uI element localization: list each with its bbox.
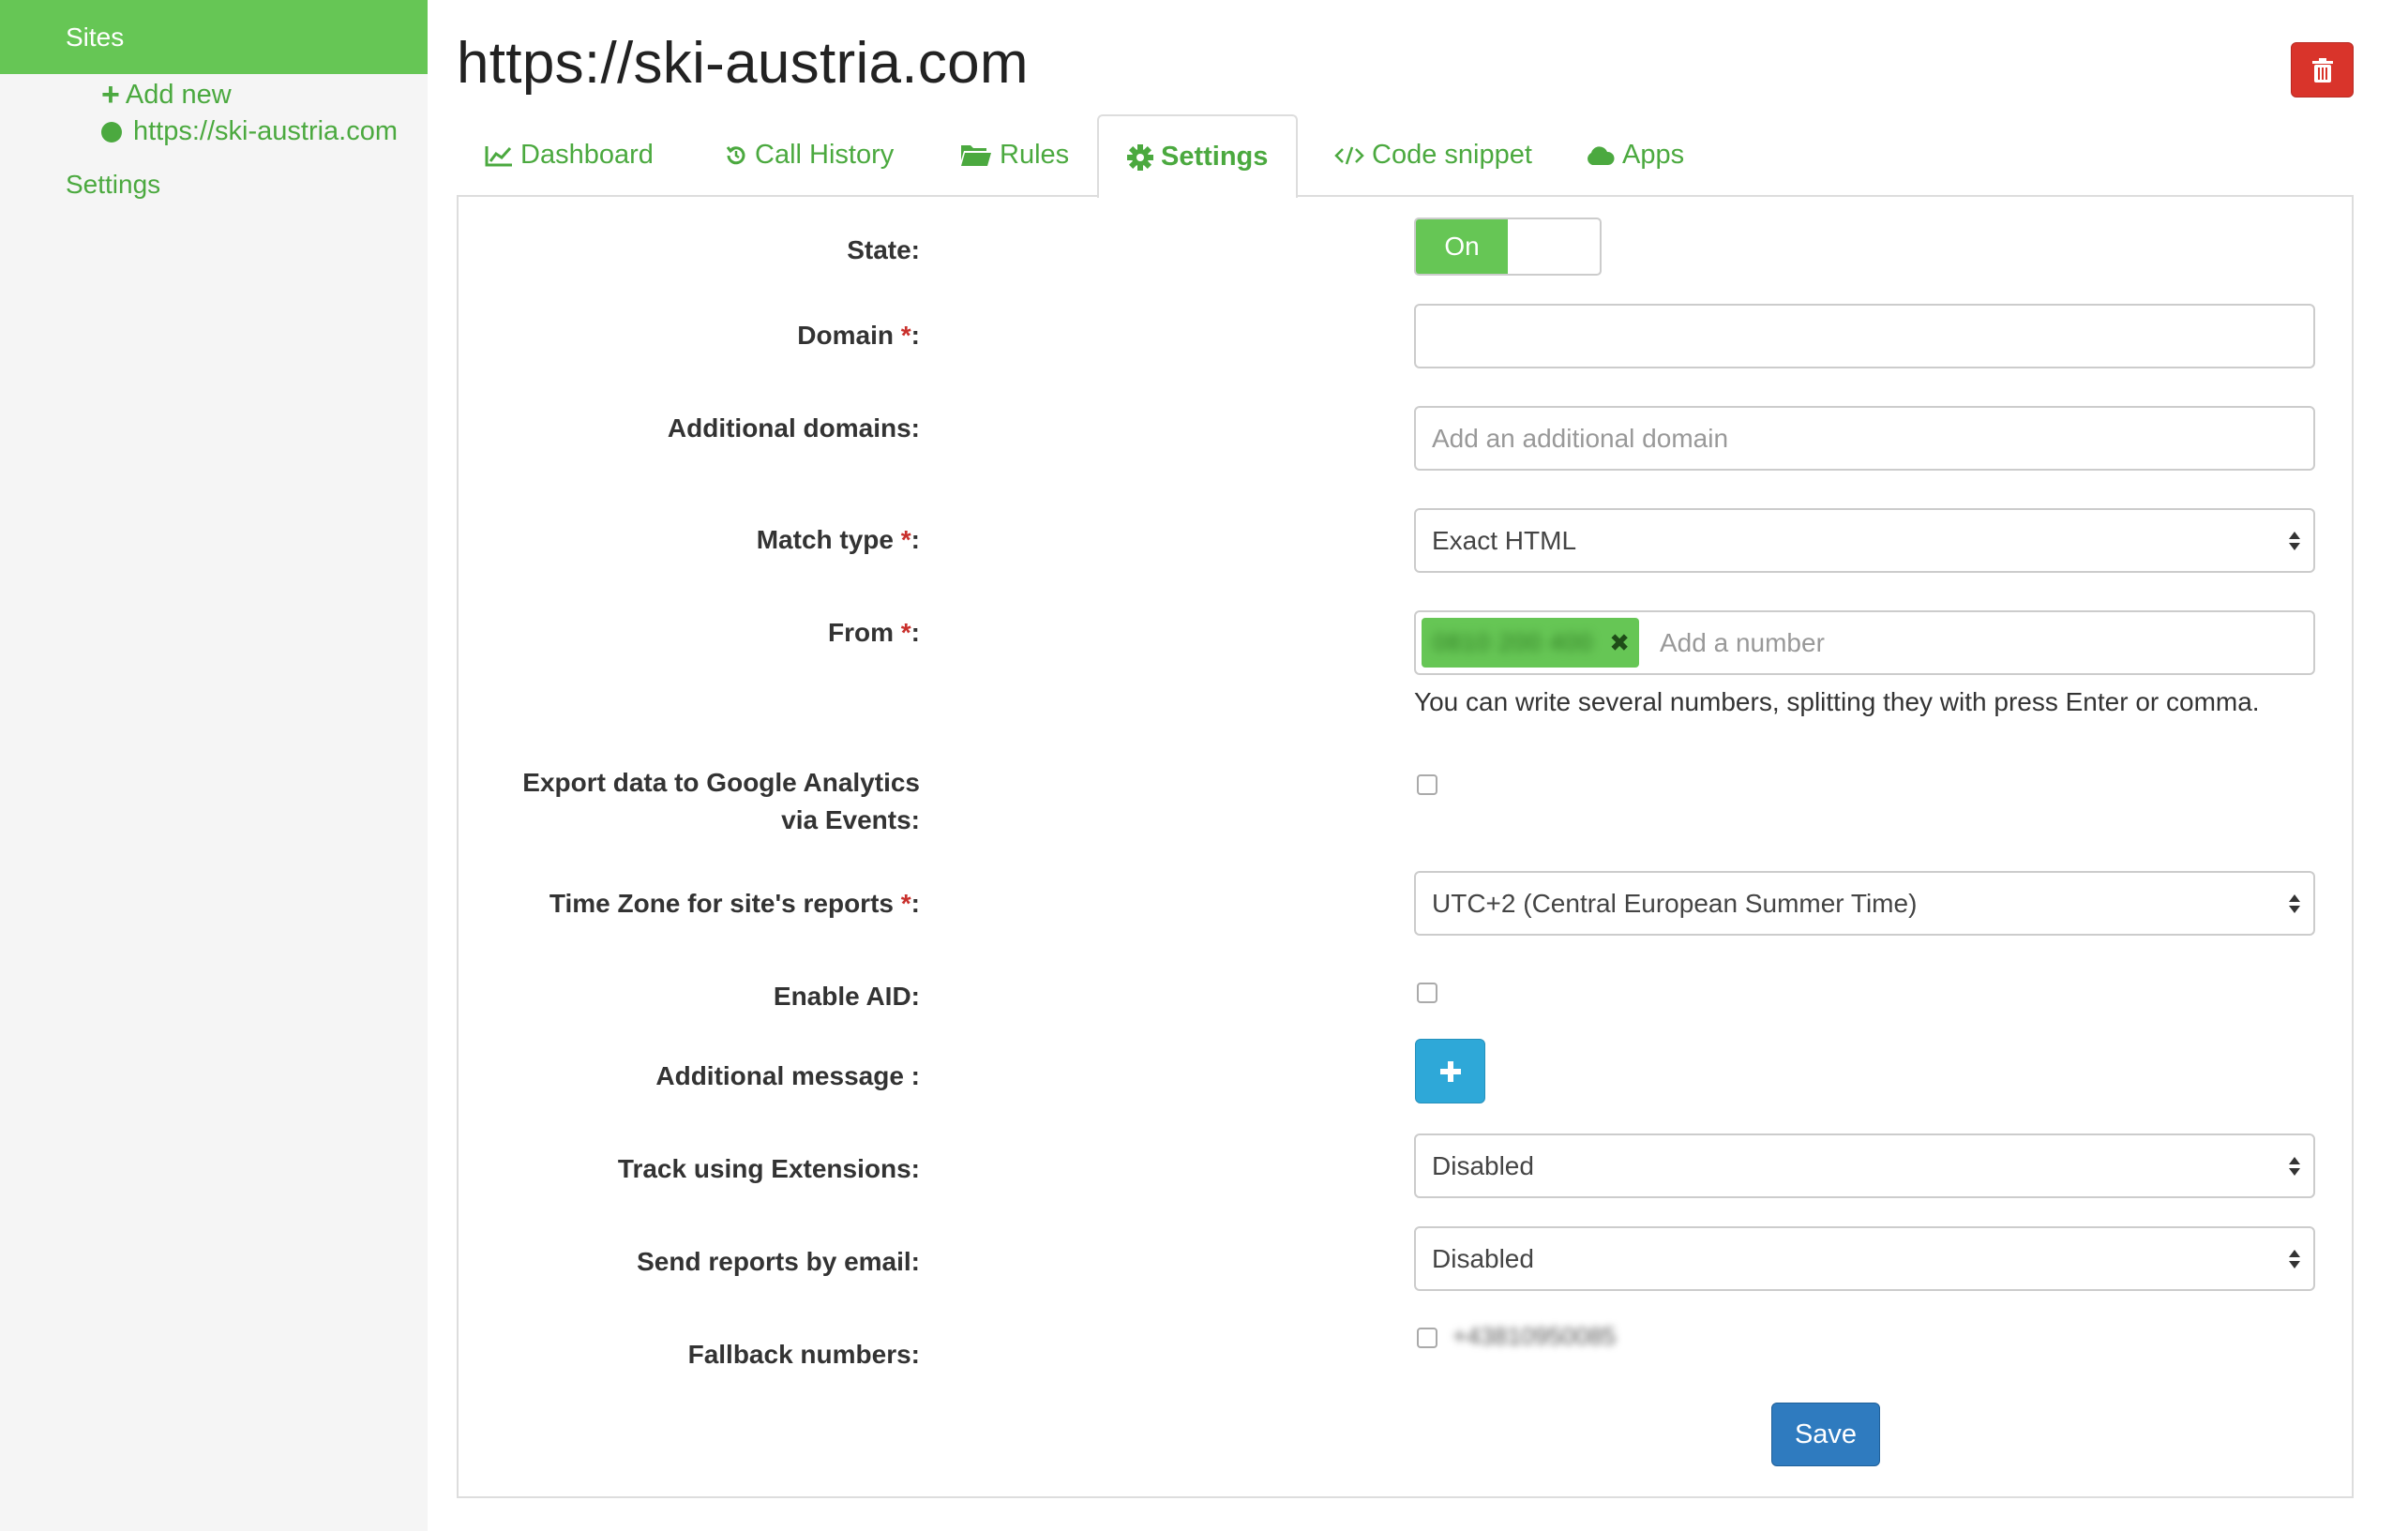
select-arrows-icon: [2289, 893, 2300, 913]
match-type-value: Exact HTML: [1432, 525, 1577, 555]
save-button[interactable]: Save: [1771, 1403, 1880, 1466]
enable-aid-checkbox[interactable]: [1417, 983, 1437, 1003]
line-chart-icon: [485, 145, 512, 166]
site-link[interactable]: https://ski-austria.com: [101, 116, 398, 147]
export-ga-label: Export data to Google Analytics via Even…: [522, 768, 920, 834]
select-arrows-icon: [2289, 1249, 2300, 1268]
additional-domains-placeholder: Add an additional domain: [1432, 423, 1729, 453]
add-new-site-link[interactable]: + Add new: [101, 79, 232, 111]
add-new-label: Add new: [125, 79, 232, 110]
match-type-label: Match type *:: [756, 525, 920, 554]
send-reports-select[interactable]: Disabled: [1414, 1226, 2315, 1291]
site-link-label: https://ski-austria.com: [133, 116, 399, 146]
sidebar: Sites + Add new https://ski-austria.com …: [0, 0, 428, 1531]
tab-bar: Dashboard Call History Rules Settings Co…: [457, 114, 2354, 198]
state-toggle-on: On: [1416, 219, 1508, 274]
from-help-text: You can write several numbers, splitting…: [1414, 687, 2260, 716]
trash-icon: [2311, 57, 2333, 83]
domain-label: Domain *:: [797, 321, 920, 350]
time-zone-value: UTC+2 (Central European Summer Time): [1432, 888, 1918, 918]
select-arrows-icon: [2289, 1156, 2300, 1176]
history-icon: [726, 145, 745, 164]
select-arrows-icon: [2289, 531, 2300, 550]
state-toggle[interactable]: On: [1414, 218, 1602, 276]
phone-number-tag-text: 0810 200 400: [1433, 628, 1594, 656]
code-icon: [1334, 146, 1364, 164]
settings-panel: State: On Domain *: Additional domains: …: [457, 195, 2354, 1498]
status-dot-icon: [101, 121, 122, 143]
app-root: Sites + Add new https://ski-austria.com …: [0, 0, 2408, 1531]
tab-call-history-label: Call History: [755, 140, 895, 170]
gear-icon: [1127, 143, 1153, 171]
remove-tag-icon[interactable]: ✖: [1609, 628, 1630, 657]
export-ga-checkbox[interactable]: [1417, 774, 1437, 795]
from-label: From *:: [827, 618, 920, 647]
fallback-number-text: +43810950085: [1452, 1322, 1617, 1350]
from-numbers-input[interactable]: 0810 200 400 ✖ Add a number: [1414, 610, 2315, 675]
plus-icon: +: [101, 77, 120, 113]
track-extensions-value: Disabled: [1432, 1150, 1534, 1180]
tab-rules[interactable]: Rules: [960, 114, 1069, 196]
plus-icon: [1439, 1060, 1461, 1082]
page-title: https://ski-austria.com: [457, 31, 1029, 96]
from-numbers-placeholder: Add a number: [1660, 627, 1825, 657]
add-message-button[interactable]: [1415, 1039, 1485, 1103]
tab-settings-label: Settings: [1161, 142, 1269, 172]
sidebar-settings-link[interactable]: Settings: [66, 170, 160, 200]
tab-code-snippet-label: Code snippet: [1372, 140, 1532, 170]
tab-apps-label: Apps: [1622, 140, 1685, 170]
tab-dashboard-label: Dashboard: [520, 140, 654, 170]
tab-call-history[interactable]: Call History: [725, 114, 894, 196]
enable-aid-label: Enable AID:: [773, 982, 920, 1011]
tab-dashboard[interactable]: Dashboard: [485, 114, 654, 196]
cloud-icon: [1588, 145, 1615, 165]
state-label: State:: [847, 235, 920, 264]
track-extensions-select[interactable]: Disabled: [1414, 1133, 2315, 1198]
sidebar-header-sites[interactable]: Sites: [0, 0, 428, 74]
delete-site-button[interactable]: [2291, 42, 2354, 98]
folder-open-icon: [961, 144, 991, 166]
additional-domains-input[interactable]: Add an additional domain: [1414, 406, 2315, 471]
tab-rules-label: Rules: [1000, 140, 1070, 170]
additional-message-label: Additional message :: [655, 1061, 920, 1090]
track-extensions-label: Track using Extensions:: [617, 1154, 920, 1183]
time-zone-select[interactable]: UTC+2 (Central European Summer Time): [1414, 871, 2315, 936]
domain-input[interactable]: [1414, 304, 2315, 368]
fallback-numbers-label: Fallback numbers:: [687, 1340, 920, 1369]
send-reports-label: Send reports by email:: [637, 1247, 920, 1276]
tab-code-snippet[interactable]: Code snippet: [1334, 114, 1532, 196]
phone-number-tag: 0810 200 400 ✖: [1422, 618, 1639, 668]
tab-settings[interactable]: Settings: [1097, 114, 1299, 198]
send-reports-value: Disabled: [1432, 1243, 1534, 1273]
fallback-number-checkbox[interactable]: [1417, 1328, 1437, 1348]
tab-apps[interactable]: Apps: [1585, 114, 1684, 196]
match-type-select[interactable]: Exact HTML: [1414, 508, 2315, 573]
time-zone-label: Time Zone for site's reports *:: [549, 889, 920, 918]
additional-domains-label: Additional domains:: [667, 413, 920, 443]
